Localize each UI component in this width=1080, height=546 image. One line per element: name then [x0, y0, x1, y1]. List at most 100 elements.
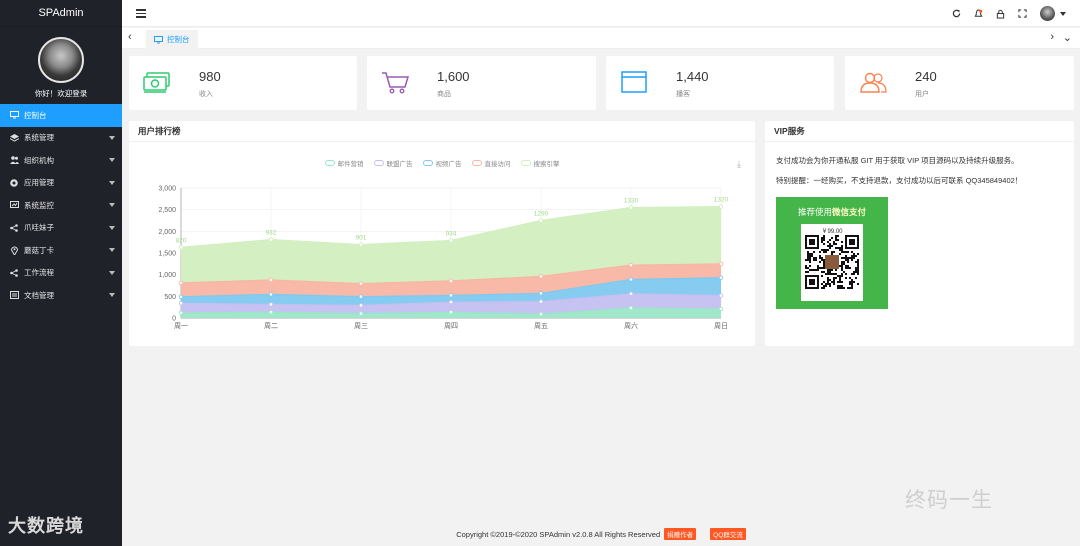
chevron-down-icon[interactable] [1060, 11, 1066, 16]
data-point [448, 293, 454, 298]
sidebar-item-mogu[interactable]: 蘑菇丁卡 [0, 239, 122, 262]
chevron-down-icon [109, 270, 115, 275]
stat-card-users[interactable]: 240 用户 [845, 56, 1074, 110]
data-label: 901 [356, 235, 367, 242]
vip-panel: VIP服务 支付成功会为你开通私服 GIT 用于获取 VIP 项目源码以及持续升… [765, 121, 1074, 346]
stat-label: 收入 [199, 91, 213, 98]
doc-icon [9, 291, 19, 300]
location-icon [9, 246, 19, 255]
data-point [358, 311, 364, 316]
share-icon [9, 223, 19, 232]
data-label: 1330 [624, 198, 639, 205]
money-icon [143, 72, 170, 93]
data-point [718, 306, 724, 312]
data-point [628, 262, 634, 268]
tab-console[interactable]: 控制台 [146, 30, 198, 49]
stat-card-podcasts[interactable]: 1,440 播客 [606, 56, 834, 110]
data-point [628, 277, 634, 282]
data-point [178, 280, 184, 286]
data-point [718, 204, 724, 209]
donate-badge[interactable]: 捐赠作者 [664, 528, 697, 540]
stat-label: 用户 [915, 91, 929, 98]
lock-icon[interactable] [996, 9, 1005, 19]
data-point [178, 245, 184, 250]
y-tick-label: 1,500 [158, 251, 176, 258]
sidebar-item-label: 组织机构 [24, 155, 54, 165]
avatar[interactable] [38, 37, 84, 83]
pay-prefix: 推荐使用 [797, 207, 832, 217]
wechat-pay-card[interactable]: 推荐使用微信支付 ￥99.00 [776, 197, 888, 309]
monitor-chart-icon [9, 201, 19, 210]
sidebar-item-console[interactable]: 控制台 [0, 104, 122, 127]
data-point [538, 218, 544, 223]
fullscreen-icon[interactable] [1018, 9, 1027, 18]
data-point [178, 310, 184, 316]
pay-brand: 微信支付 [832, 207, 867, 217]
data-point [538, 291, 544, 296]
sidebar-item-system[interactable]: 系统管理 [0, 127, 122, 150]
data-point [448, 299, 454, 305]
data-point [268, 237, 274, 242]
header-actions [952, 6, 1066, 21]
chevron-left-icon[interactable]: ‹ [128, 31, 132, 43]
x-tick-label: 周五 [534, 322, 548, 330]
sidebar-item-org[interactable]: 组织机构 [0, 149, 122, 172]
stat-label: 播客 [676, 91, 690, 98]
footer: Copyright ©2019-©2020 SPAdmin v2.0.8 All… [122, 522, 1080, 546]
stat-value: 1,440 [676, 69, 709, 84]
stat-value: 240 [915, 69, 937, 84]
watermark-left: 大数跨境 [8, 516, 84, 536]
x-tick-label: 周六 [624, 321, 638, 330]
chevron-right-icon[interactable]: › [1050, 31, 1054, 43]
data-point [448, 309, 454, 315]
top-header [122, 0, 1080, 27]
x-tick-label: 周四 [444, 322, 458, 330]
data-point [628, 305, 634, 311]
menu-toggle-icon[interactable] [136, 9, 146, 18]
y-tick-label: 500 [164, 294, 176, 301]
sidebar-item-label: 系统监控 [24, 200, 54, 210]
user-avatar[interactable] [1040, 6, 1055, 21]
data-point [448, 238, 454, 243]
qr-code-box: ￥99.00 [801, 224, 863, 301]
data-point [358, 303, 364, 308]
stat-card-income[interactable]: 980 收入 [129, 56, 357, 110]
stat-card-products[interactable]: 1,600 商品 [367, 56, 596, 110]
sidebar-item-label: 控制台 [24, 110, 47, 120]
y-tick-label: 2,500 [158, 207, 176, 214]
brand-title[interactable]: SPAdmin [0, 0, 122, 27]
chevron-down-icon [109, 248, 115, 252]
y-tick-label: 0 [172, 316, 176, 323]
data-label: 1320 [714, 197, 729, 204]
sidebar-item-docs[interactable]: 文档管理 [0, 284, 122, 307]
sidebar-item-apps[interactable]: 应用管理 [0, 172, 122, 195]
chevron-down-icon[interactable]: ⌄ [1063, 31, 1072, 44]
y-tick-label: 3,000 [158, 186, 176, 193]
chevron-down-icon [109, 225, 115, 230]
vip-notice: 特别提醒：一经购买，不支持退款，支付成功以后可联系 QQ345849402！ [776, 176, 1023, 185]
x-tick-label: 周三 [354, 322, 368, 330]
x-tick-label: 周日 [714, 322, 728, 330]
data-point [538, 274, 544, 279]
data-label: 1290 [534, 211, 549, 218]
tab-bar: ‹ 控制台 › ⌄ [122, 28, 1080, 49]
monitor-icon [9, 111, 19, 120]
data-label: 932 [266, 230, 277, 237]
sidebar-item-java[interactable]: 爪哇妹子 [0, 217, 122, 240]
area-chart: 0 500 1,000 1,500 2,000 2,500 3,000 周一 周二 周三 周四 周五 周… [158, 186, 729, 331]
data-point [718, 261, 724, 267]
sidebar-item-monitor[interactable]: 系统监控 [0, 194, 122, 217]
refresh-icon[interactable] [952, 9, 961, 18]
qq-group-badge[interactable]: QQ群交流 [710, 528, 746, 540]
cart-icon [382, 72, 409, 94]
y-tick-label: 2,000 [158, 229, 176, 236]
notification-icon[interactable] [974, 8, 983, 19]
chevron-down-icon [109, 203, 115, 207]
qr-code-icon [805, 235, 859, 289]
data-point [448, 278, 454, 284]
data-point [178, 301, 184, 306]
data-point [538, 311, 544, 317]
sidebar: SPAdmin 你好！欢迎登录 控制台 系统管理 组织机构 应用管理 系统监控 … [0, 0, 122, 546]
sidebar-item-workflow[interactable]: 工作流程 [0, 262, 122, 285]
watermark-right: 终码一生 [905, 489, 993, 512]
